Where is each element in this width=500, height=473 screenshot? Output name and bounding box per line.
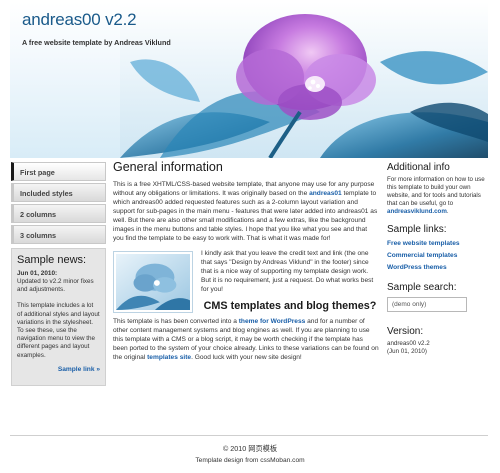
footer-divider — [10, 435, 488, 436]
header-banner: andreas00 v2.2 A free website template b… — [10, 2, 488, 158]
news-text-update: Updated to v2.2 minor fixes and adjustme… — [17, 278, 94, 294]
nav-item-2-columns[interactable]: 2 columns — [11, 204, 106, 223]
page-title: General information — [113, 160, 223, 174]
wordpress-themes-link[interactable]: WordPress themes — [387, 264, 447, 271]
footer-copyright: © 2010 网页模板 — [222, 444, 278, 453]
news-text-styles: This template includes a lot of addition… — [17, 302, 100, 359]
version-section: Version: andreas00 v2.2 (Jun 01, 2010) — [387, 326, 491, 356]
nav-item-included-styles[interactable]: Included styles — [11, 183, 106, 202]
andreas01-link[interactable]: andreas01 — [309, 190, 342, 197]
additional-info-section: Additional info For more information on … — [387, 162, 491, 216]
version-name: andreas00 v2.2 — [387, 340, 430, 347]
sample-links-title: Sample links: — [387, 224, 447, 235]
wordpress-theme-link[interactable]: theme for WordPress — [239, 318, 306, 325]
site-title[interactable]: andreas00 v2.2 — [22, 10, 137, 30]
left-sidebar: First page Included styles 2 columns 3 c… — [11, 162, 106, 386]
news-date: Jun 01, 2010: — [17, 270, 58, 277]
page: andreas00 v2.2 A free website template b… — [0, 0, 500, 473]
flower-header-image — [120, 2, 488, 158]
commercial-templates-link[interactable]: Commercial templates — [387, 252, 457, 259]
sample-links-list: Free website templates Commercial templa… — [387, 238, 491, 274]
sample-search-section: Sample search: — [387, 282, 491, 312]
nav-item-first-page[interactable]: First page — [11, 162, 106, 181]
search-input[interactable] — [387, 297, 467, 312]
right-sidebar: Additional info For more information on … — [387, 162, 491, 364]
intro-paragraph: This is a free XHTML/CSS-based website t… — [113, 181, 378, 242]
version-date: (Jun 01, 2010) — [387, 348, 427, 355]
sample-search-title: Sample search: — [387, 282, 457, 293]
free-templates-link[interactable]: Free website templates — [387, 240, 460, 247]
templates-site-link[interactable]: templates site — [147, 354, 191, 361]
nav-item-3-columns[interactable]: 3 columns — [11, 225, 106, 244]
main-content: General information This is a free XHTML… — [113, 160, 379, 368]
list-item: WordPress themes — [387, 262, 491, 274]
news-title: Sample news: — [17, 254, 87, 266]
version-title: Version: — [387, 326, 424, 337]
list-item: Free website templates — [387, 238, 491, 250]
site-subtitle: A free website template by Andreas Viklu… — [22, 38, 171, 47]
andreasviklund-link[interactable]: andreasviklund.com — [387, 208, 447, 215]
sample-links-section: Sample links: Free website templates Com… — [387, 224, 491, 274]
flower-thumbnail — [113, 251, 193, 313]
list-item: Commercial templates — [387, 250, 491, 262]
cms-paragraph: This template is has been converted into… — [113, 318, 379, 361]
footer-credit: Template design from cssMoban.com — [195, 457, 305, 464]
additional-info-text: For more information on how to use this … — [387, 176, 485, 215]
sample-news-box: Sample news: Jun 01, 2010: Updated to v2… — [11, 248, 106, 386]
additional-info-title: Additional info — [387, 162, 450, 173]
news-sample-link[interactable]: Sample link » — [17, 366, 100, 373]
